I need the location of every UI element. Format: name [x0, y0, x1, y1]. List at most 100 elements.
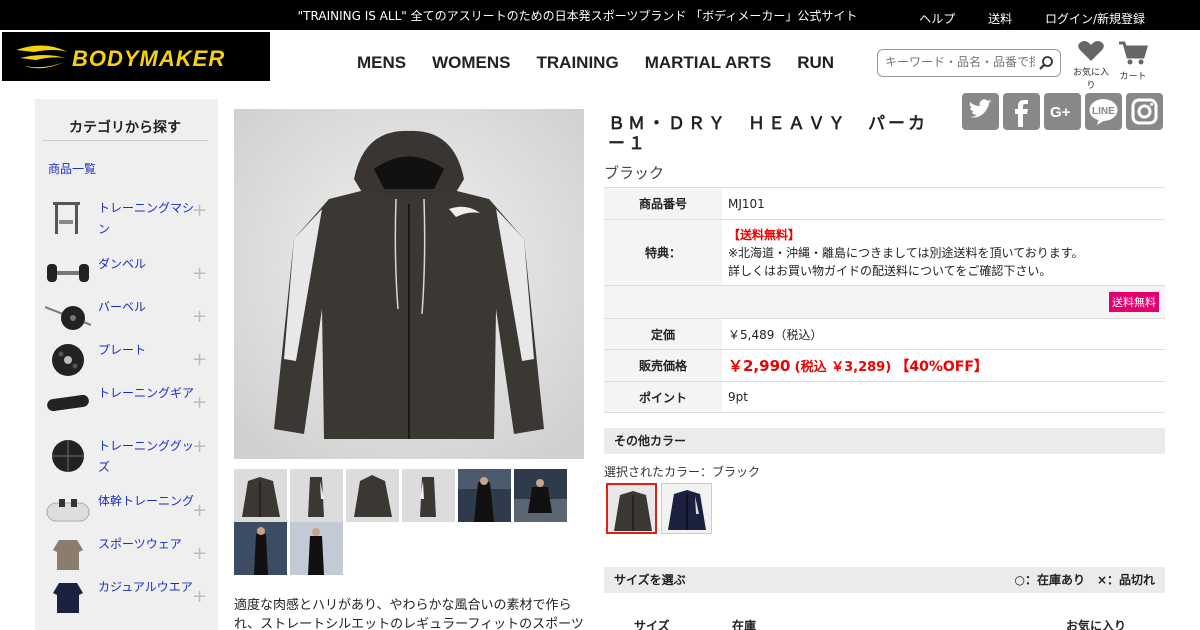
sidebar-item-core-training[interactable]: 体幹トレーニング +: [40, 491, 210, 531]
facebook-icon[interactable]: [1003, 93, 1040, 130]
thumbnail-front[interactable]: [234, 469, 287, 522]
hoodie-image: [234, 109, 584, 459]
spec-row-badge: 送料無料: [604, 285, 1165, 319]
benefit-content: 【送料無料】 ※北海道・沖縄・離島につきましては別途送料を頂いております。 詳し…: [722, 219, 1165, 286]
logo-text: BODYMAKER: [72, 46, 226, 71]
favorites-button[interactable]: お気に入り: [1070, 40, 1112, 91]
spec-label: 定価: [604, 318, 722, 350]
nav-training[interactable]: TRAINING: [537, 53, 619, 72]
sidebar-item-label: トレーニングギア: [98, 386, 195, 400]
search-icon[interactable]: [1038, 55, 1054, 71]
line-icon[interactable]: LINE: [1085, 93, 1122, 130]
color-swatch-black[interactable]: [606, 483, 657, 534]
login-register-link[interactable]: ログイン/新規登録: [1045, 12, 1145, 26]
expand-icon[interactable]: +: [192, 349, 207, 370]
cart-button[interactable]: カート: [1115, 40, 1151, 82]
sidebar-item-barbell[interactable]: バーベル +: [40, 297, 210, 337]
core-bag-icon: [46, 499, 90, 522]
product-title: ＢＭ・ＤＲＹ ＨＥＡＶＹ パーカー１: [608, 114, 928, 154]
benefit-note-2: 詳しくはお買い物ガイドの配送料についてをご確認下さい。: [728, 263, 1052, 278]
sidebar-item-label: バーベル: [98, 300, 147, 314]
nav-mens[interactable]: MENS: [357, 53, 406, 72]
spec-label: 販売価格: [604, 349, 722, 382]
product-description: 適度な肉感とハリがあり、やわらかな風合いの素材で作られ、ストレートシルエットのレ…: [234, 598, 584, 630]
expand-icon[interactable]: +: [192, 200, 207, 221]
shipping-link[interactable]: 送料: [988, 12, 1012, 26]
stock-column-header: 在庫: [732, 619, 757, 630]
benefit-title: 【送料無料】: [728, 227, 801, 242]
machine-icon: [53, 202, 80, 234]
thumbnail-back[interactable]: [346, 469, 399, 522]
expand-icon[interactable]: +: [192, 263, 207, 284]
size-select-heading: サイズを選ぶ ○：在庫あり ×：品切れ: [604, 567, 1165, 593]
color-swatch-navy[interactable]: [661, 483, 712, 534]
expand-icon[interactable]: +: [192, 543, 207, 564]
thumbnail-side[interactable]: [290, 469, 343, 522]
free-shipping-badge: 送料無料: [1109, 292, 1159, 312]
expand-icon[interactable]: +: [192, 392, 207, 413]
product-spec-table: 商品番号 MJ101 特典： 【送料無料】 ※北海道・沖縄・離島につきましては別…: [604, 187, 1165, 413]
sidebar-item-casual-wear[interactable]: カジュアルウエア +: [40, 577, 210, 617]
help-link[interactable]: ヘルプ: [919, 12, 955, 26]
sidebar-all-products-link[interactable]: 商品一覧: [48, 160, 96, 177]
sidebar-item-training-goods[interactable]: トレーニンググッズ +: [40, 436, 210, 476]
announcement-bar: "TRAINING IS ALL" 全てのアスリートのための日本発スポーツブラン…: [0, 0, 1200, 30]
thumbnail-model-2[interactable]: [514, 469, 567, 522]
ball-icon: [52, 440, 84, 472]
category-sidebar: カテゴリから探す 商品一覧 トレーニングマシン + ダンベル + バーベル + …: [35, 99, 218, 630]
points: 9pt: [722, 381, 1165, 413]
instagram-icon[interactable]: [1126, 93, 1163, 130]
main-nav: MENS WOMENS TRAINING MARTIAL ARTS RUN: [357, 53, 860, 73]
thumbnail-model-1[interactable]: [458, 469, 511, 522]
logo-mark-icon: [16, 45, 68, 69]
sidebar-item-label: 体幹トレーニング: [98, 494, 195, 508]
search-input[interactable]: [885, 55, 1035, 69]
thumbnail-side-2[interactable]: [402, 469, 455, 522]
spec-label: 商品番号: [604, 187, 722, 220]
favorites-label: お気に入り: [1072, 68, 1109, 91]
spec-row-benefit: 特典： 【送料無料】 ※北海道・沖縄・離島につきましては別途送料を頂いております…: [604, 219, 1165, 286]
sidebar-title: カテゴリから探す: [42, 117, 208, 141]
benefit-note-1: ※北海道・沖縄・離島につきましては別途送料を頂いております。: [728, 245, 1084, 260]
selected-color-text: 選択されたカラー：ブラック: [604, 465, 761, 479]
casual-wear-icon: [53, 583, 83, 613]
sidebar-item-label: スポーツウェア: [98, 537, 182, 551]
product-color-name: ブラック: [604, 164, 665, 182]
twitter-icon[interactable]: [962, 93, 999, 130]
sale-price-cell: ￥2,990 (税込 ￥3,289) 【40%OFF】: [722, 349, 1165, 382]
bodymaker-logo[interactable]: BODYMAKER: [2, 32, 270, 81]
nav-martial-arts[interactable]: MARTIAL ARTS: [645, 53, 772, 72]
cart-icon: [1119, 41, 1149, 65]
barbell-icon: [45, 306, 91, 330]
svg-text:G+: G+: [1050, 104, 1071, 121]
other-colors-heading: その他カラー: [604, 428, 1165, 454]
sidebar-item-label: トレーニングマシン: [98, 201, 195, 236]
spec-row-sale-price: 販売価格 ￥2,990 (税込 ￥3,289) 【40%OFF】: [604, 349, 1165, 382]
spec-row-points: ポイント 9pt: [604, 381, 1165, 413]
sidebar-item-dumbbell[interactable]: ダンベル +: [40, 254, 210, 294]
expand-icon[interactable]: +: [192, 500, 207, 521]
sidebar-item-label: ダンベル: [98, 257, 147, 271]
sidebar-item-training-machine[interactable]: トレーニングマシン +: [40, 198, 210, 238]
cart-label: カート: [1119, 72, 1147, 82]
dumbbell-icon: [47, 264, 89, 282]
sidebar-item-training-gear[interactable]: トレーニングギア +: [40, 383, 210, 423]
plate-icon: [52, 344, 84, 376]
spec-row-item-number: 商品番号 MJ101: [604, 187, 1165, 220]
sidebar-item-label: トレーニンググッズ: [98, 439, 194, 474]
product-main-image[interactable]: [234, 109, 584, 459]
nav-run[interactable]: RUN: [797, 53, 834, 72]
list-price: ￥5,489（税込）: [722, 318, 1165, 350]
sale-price-tax: (税込 ￥3,289): [794, 360, 892, 375]
expand-icon[interactable]: +: [192, 306, 207, 327]
google-plus-icon[interactable]: G+: [1044, 93, 1081, 130]
gear-pad-icon: [47, 394, 89, 412]
thumbnail-model-4[interactable]: [290, 522, 343, 575]
sidebar-item-plate[interactable]: プレート +: [40, 340, 210, 380]
expand-icon[interactable]: +: [192, 586, 207, 607]
thumbnail-model-3[interactable]: [234, 522, 287, 575]
sidebar-item-sportswear[interactable]: スポーツウェア +: [40, 534, 210, 574]
spec-label: ポイント: [604, 381, 722, 413]
expand-icon[interactable]: +: [192, 436, 207, 457]
nav-womens[interactable]: WOMENS: [432, 53, 510, 72]
